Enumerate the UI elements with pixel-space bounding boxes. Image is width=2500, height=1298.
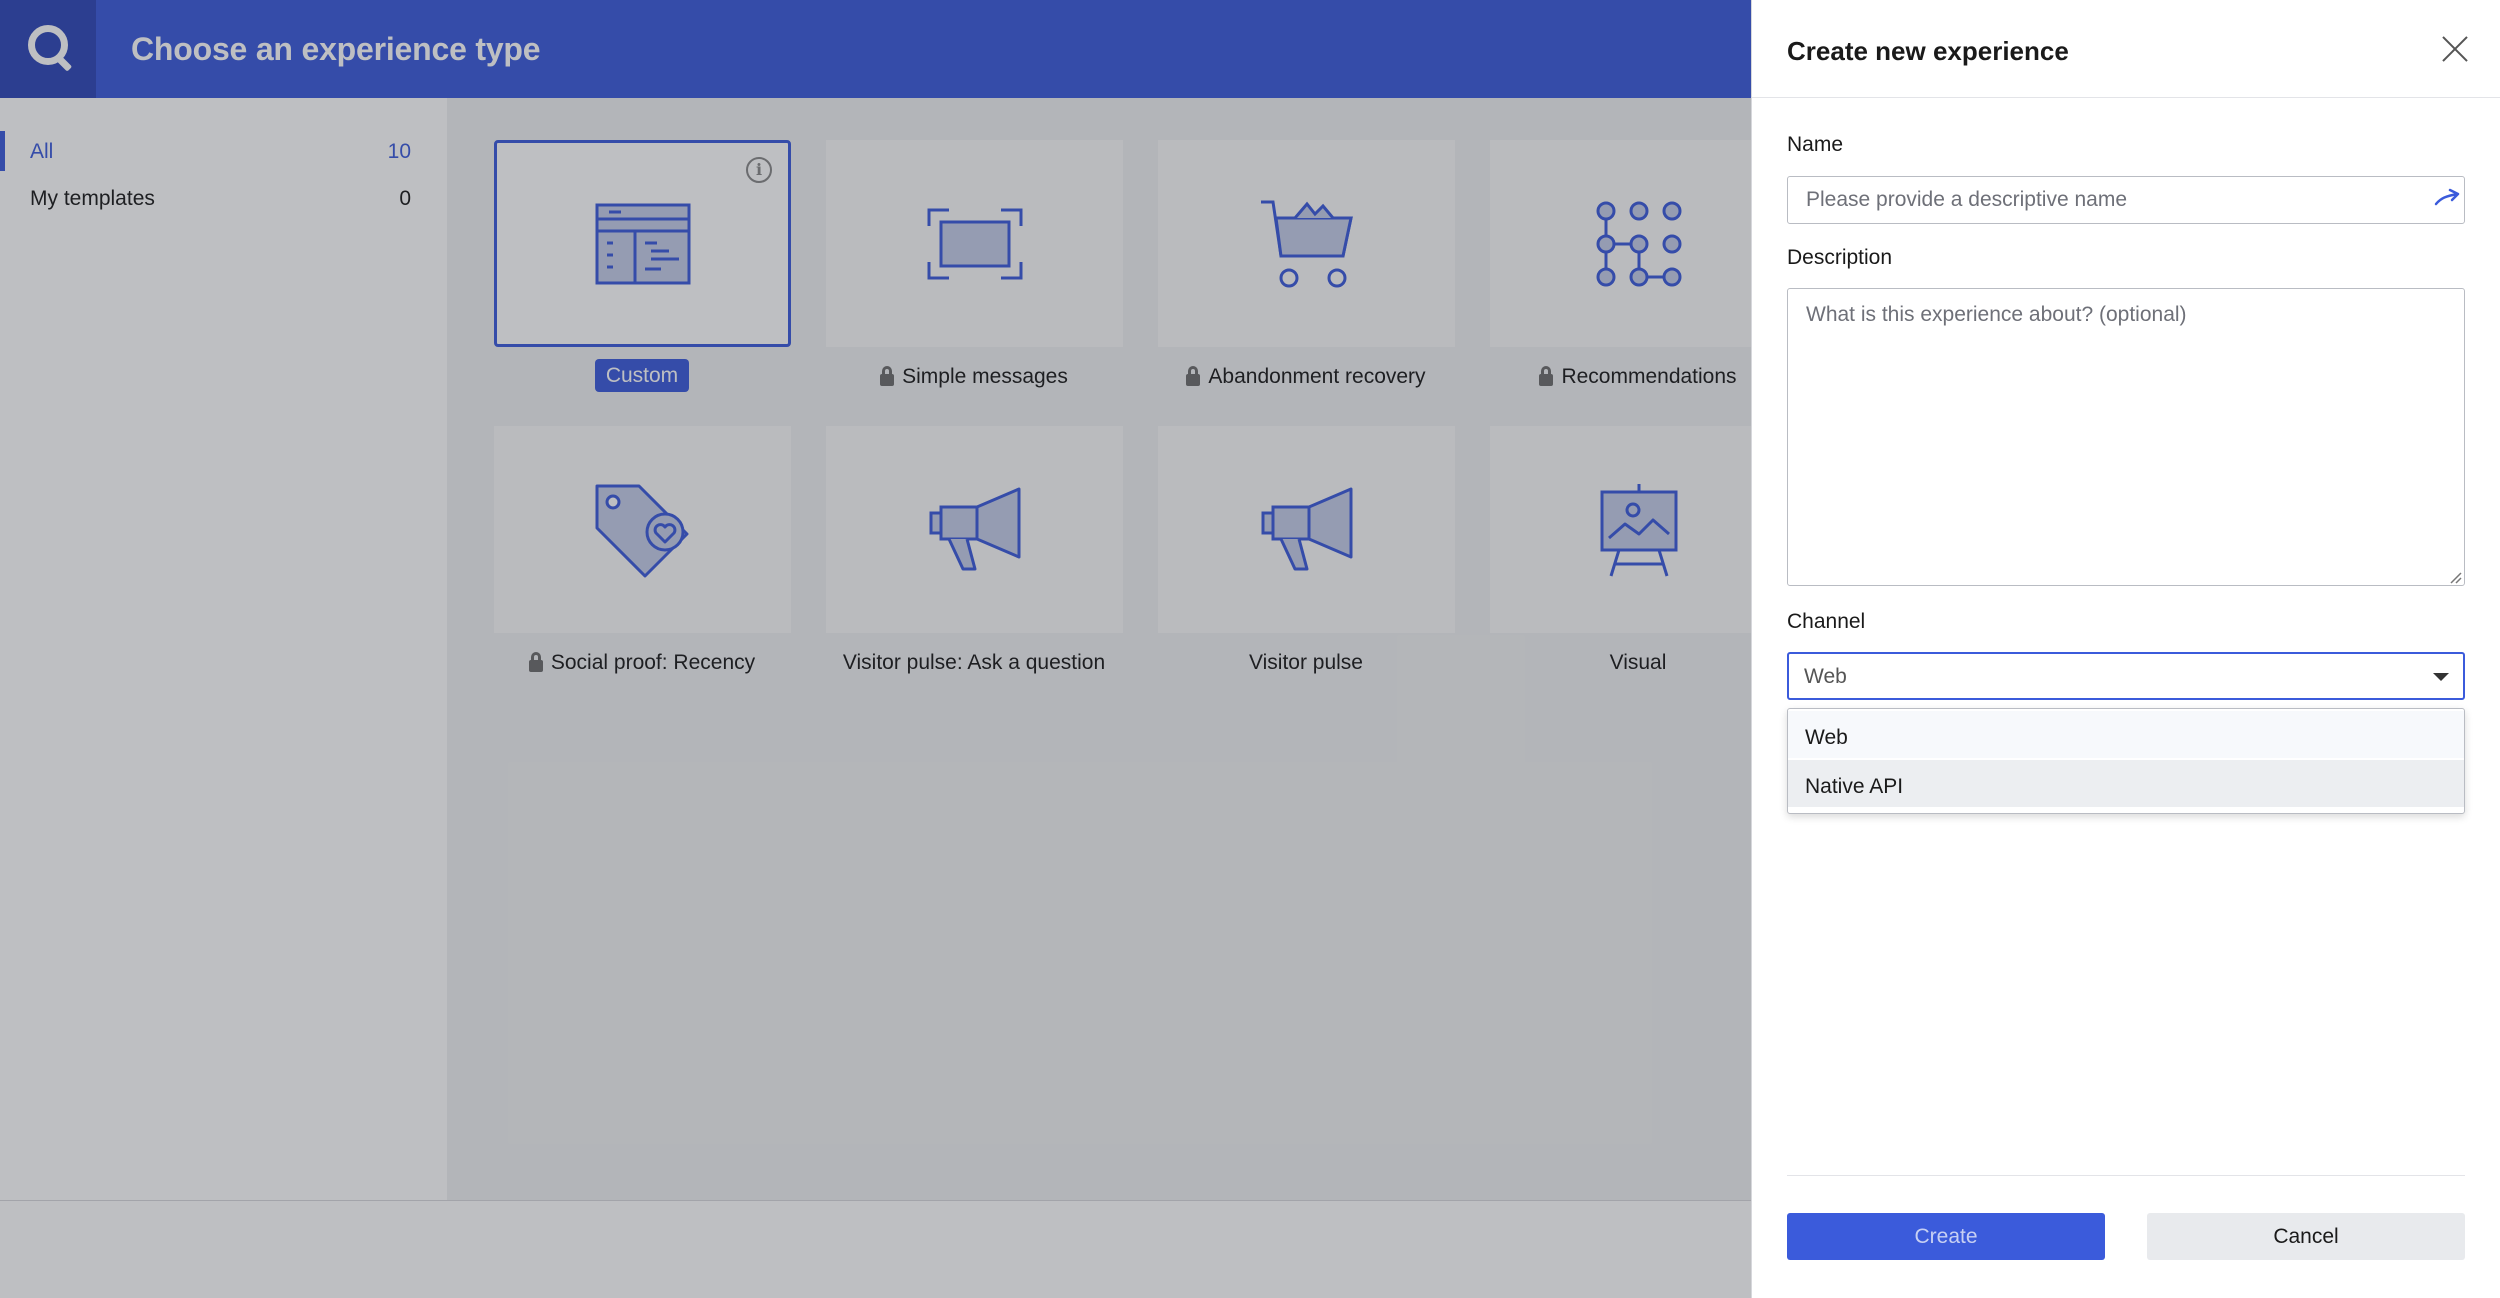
sidebar-item-label: My templates — [30, 187, 155, 210]
heart-tag-icon — [595, 484, 688, 577]
name-label: Name — [1787, 133, 1844, 156]
bottom-bar — [0, 1200, 1751, 1298]
sidebar-item-count: 10 — [387, 140, 411, 163]
tile-label-simple-messages: Simple messages — [809, 365, 1139, 389]
tile-label-social-proof-recency: Social proof: Recency — [477, 651, 807, 675]
name-input[interactable] — [1787, 176, 2465, 224]
channel-selected-value: Web — [1804, 665, 1847, 688]
network-grid-icon — [1596, 201, 1681, 286]
q-logo-icon — [28, 25, 68, 65]
close-icon[interactable] — [2441, 35, 2469, 63]
panel-header: Create new experience — [1752, 0, 2500, 98]
tile-label-text: Visual — [1609, 651, 1667, 674]
layout-icon — [595, 203, 690, 284]
chevron-down-icon — [2433, 673, 2449, 681]
create-experience-panel: Create new experience Name Description C… — [1751, 0, 2500, 1298]
tile-label-custom: Custom — [477, 359, 807, 392]
channel-label: Channel — [1787, 610, 1866, 633]
resize-grip-icon[interactable] — [2448, 570, 2462, 584]
category-sidebar: All 10 My templates 0 — [0, 98, 447, 1200]
megaphone-icon — [1261, 487, 1352, 570]
sidebar-item-my-templates[interactable]: My templates 0 — [0, 178, 447, 218]
tile-label-text: Custom — [594, 359, 690, 392]
lock-icon — [1186, 366, 1201, 386]
tile-label-text: Visitor pulse: Ask a question — [842, 651, 1106, 674]
info-icon[interactable]: i — [746, 157, 772, 183]
description-label: Description — [1787, 246, 1893, 269]
tile-label-abandonment-recovery: Abandonment recovery — [1141, 365, 1471, 389]
channel-option-web[interactable]: Web — [1788, 711, 2464, 758]
channel-select[interactable]: Web — [1787, 652, 2465, 700]
lock-icon — [880, 366, 895, 386]
panel-title: Create new experience — [1787, 36, 2069, 66]
description-textarea[interactable] — [1787, 288, 2465, 586]
tile-label-visitor-pulse: Visitor pulse — [1141, 651, 1471, 675]
easel-image-icon — [1600, 483, 1677, 576]
tile-visual[interactable] — [1490, 426, 1787, 633]
tile-label-text: Simple messages — [902, 365, 1068, 388]
sidebar-item-all[interactable]: All 10 — [0, 131, 447, 171]
tile-social-proof-recency[interactable] — [494, 426, 791, 633]
tile-label-text: Recommendations — [1561, 365, 1737, 388]
channel-option-native-api[interactable]: Native API — [1788, 760, 2464, 807]
tile-visitor-pulse[interactable] — [1158, 426, 1455, 633]
tile-abandonment-recovery[interactable] — [1158, 140, 1455, 347]
create-button[interactable]: Create — [1787, 1213, 2105, 1260]
tile-simple-messages[interactable] — [826, 140, 1123, 347]
megaphone-icon — [929, 487, 1020, 570]
page-title: Choose an experience type — [131, 31, 541, 67]
tile-label-visitor-pulse-ask-question: Visitor pulse: Ask a question — [809, 651, 1139, 675]
tile-custom[interactable]: i — [494, 140, 791, 347]
footer-divider — [1787, 1175, 2465, 1176]
tile-recommendations[interactable] — [1490, 140, 1787, 347]
app-logo[interactable] — [0, 0, 96, 98]
tile-label-text: Visitor pulse — [1248, 651, 1363, 674]
sidebar-item-count: 0 — [399, 187, 411, 210]
lock-icon — [1539, 366, 1554, 386]
top-bar: Choose an experience type — [0, 0, 1751, 98]
lock-icon — [528, 652, 543, 672]
channel-dropdown-menu: Web Native API — [1787, 708, 2465, 814]
sidebar-item-label: All — [30, 140, 54, 163]
experience-type-chooser: Choose an experience type All 10 My temp… — [0, 0, 1787, 1298]
tile-label-text: Abandonment recovery — [1208, 365, 1426, 388]
tile-label-text: Social proof: Recency — [550, 651, 756, 674]
tile-visitor-pulse-ask-question[interactable] — [826, 426, 1123, 633]
message-frame-icon — [927, 208, 1022, 279]
cancel-button[interactable]: Cancel — [2147, 1213, 2465, 1260]
shopping-cart-icon — [1260, 200, 1353, 287]
pen-icon[interactable] — [2432, 186, 2460, 214]
